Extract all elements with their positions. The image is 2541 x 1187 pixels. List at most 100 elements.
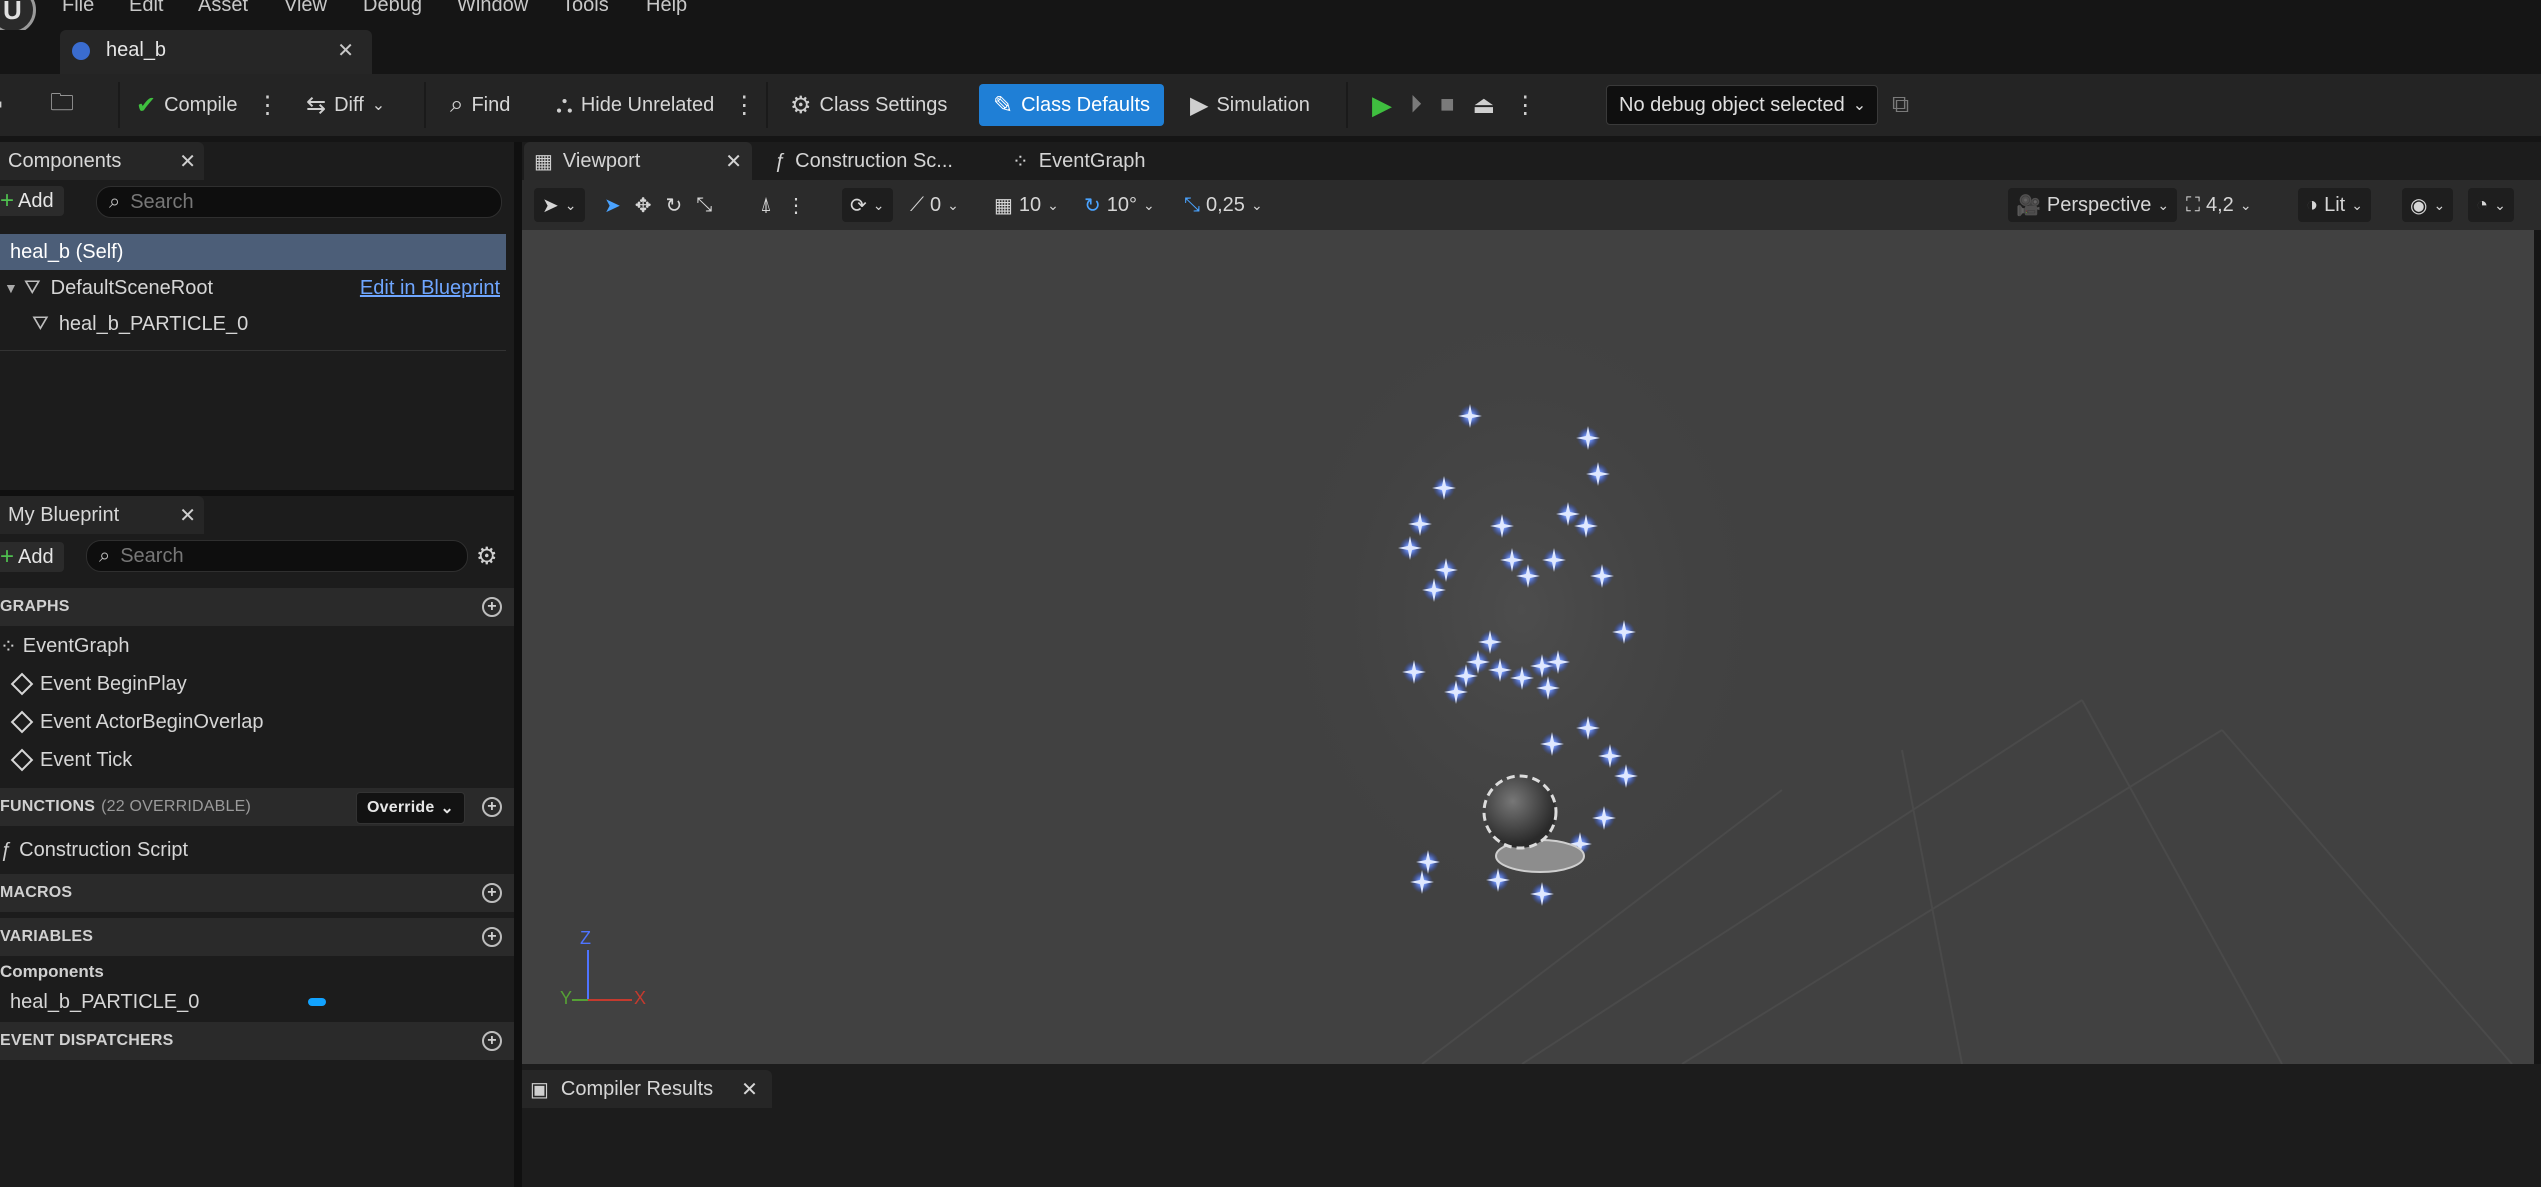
rotation-snap-toggle[interactable]: ⟋ 0 ⌄	[910, 188, 959, 222]
expand-arrow-icon[interactable]: ▼	[4, 280, 18, 296]
component-self-row[interactable]: heal_b (Self)	[0, 234, 506, 270]
step-icon[interactable]: ⏵	[1410, 91, 1422, 119]
event-item[interactable]: Event Tick	[0, 742, 132, 778]
event-item[interactable]: Event BeginPlay	[0, 666, 187, 702]
scale-value: 0,25	[1206, 193, 1245, 216]
more-options-icon[interactable]: ⋮	[1513, 91, 1537, 120]
lit-sphere-icon: ◑	[2306, 193, 2319, 216]
functions-section-header[interactable]: FUNCTIONS (22 OVERRIDABLE) Override ⌄ +	[0, 788, 514, 826]
tab-construction-script[interactable]: ƒ Construction Sc...	[774, 142, 953, 180]
add-graph-icon[interactable]: +	[482, 597, 502, 617]
camera-speed-icon: ⛶	[2186, 193, 2200, 216]
translate-tool-icon[interactable]: ✥	[635, 193, 652, 218]
menu-debug[interactable]: Debug	[363, 0, 422, 17]
camera-speed-dropdown[interactable]: ⛶ 4,2 ⌄	[2186, 188, 2252, 222]
transform-mode-dropdown[interactable]: ➤ ⌄	[534, 188, 585, 222]
snap-value: 0	[930, 193, 942, 216]
scale-snap-toggle[interactable]: ⤡ 0,25 ⌄	[1184, 188, 1263, 222]
close-tab-icon[interactable]: ✕	[337, 38, 354, 63]
play-icon[interactable]: ▶	[1372, 90, 1392, 121]
show-flags-dropdown[interactable]: ◉ ⌄	[2402, 188, 2454, 222]
angle-snap-toggle[interactable]: ↻ 10° ⌄	[1084, 188, 1155, 222]
component-child-label: heal_b_PARTICLE_0	[58, 312, 249, 335]
world-local-toggle[interactable]: ⟳ ⌄	[842, 188, 893, 222]
blueprint-search-input[interactable]: ⌕ Search	[86, 540, 468, 572]
viewport-canvas[interactable]: Z Y X	[522, 230, 2534, 1064]
macros-header-label: MACROS	[0, 884, 73, 901]
save-button[interactable]: ▪	[0, 84, 3, 126]
compiler-results-tab[interactable]: ▣ Compiler Results ✕	[522, 1070, 772, 1108]
component-child-row[interactable]: ⛛ heal_b_PARTICLE_0	[32, 306, 248, 342]
hide-unrelated-button[interactable]: ⛬ Hide Unrelated ⋮	[556, 84, 756, 126]
find-icon: ⌕	[450, 91, 464, 118]
scale-tool-icon[interactable]: ⤡	[696, 194, 712, 217]
add-dispatcher-icon[interactable]: +	[482, 1031, 502, 1051]
eject-icon[interactable]: ⏏	[1473, 91, 1496, 120]
menu-tools[interactable]: Tools	[562, 0, 609, 17]
components-tab[interactable]: Components ✕	[0, 142, 204, 180]
component-root-row[interactable]: ▼ ⛛ DefaultSceneRoot Edit in Blueprint	[0, 270, 506, 306]
menu-view[interactable]: View	[284, 0, 327, 17]
menu-edit[interactable]: Edit	[129, 0, 163, 17]
event-item[interactable]: Event ActorBeginOverlap	[0, 704, 263, 740]
simulation-button[interactable]: ▶ Simulation	[1190, 84, 1310, 126]
add-macro-icon[interactable]: +	[482, 883, 502, 903]
more-options-icon[interactable]: ⋮	[786, 193, 806, 218]
tab-event-graph[interactable]: ⁘ EventGraph	[1012, 142, 1146, 180]
construction-script-item[interactable]: ƒ Construction Script	[0, 832, 188, 868]
compile-button[interactable]: ✔ Compile ⋮	[136, 84, 279, 126]
debug-filter-button[interactable]: ⧉	[1892, 84, 1909, 126]
close-tab-icon[interactable]: ✕	[741, 1077, 758, 1102]
more-options-icon[interactable]: ⋮	[732, 91, 756, 120]
components-search-input[interactable]: ⌕ Search	[96, 186, 502, 218]
gear-icon: ⚙	[790, 91, 812, 119]
graphs-section-header[interactable]: GRAPHS +	[0, 588, 514, 626]
menu-file[interactable]: File	[62, 0, 94, 17]
event-graph-item[interactable]: ⁘ EventGraph	[0, 628, 130, 664]
variable-item[interactable]: heal_b_PARTICLE_0	[10, 984, 340, 1020]
menu-window[interactable]: Window	[457, 0, 528, 17]
my-blueprint-title: My Blueprint	[8, 503, 120, 526]
class-settings-button[interactable]: ⚙ Class Settings	[790, 84, 947, 126]
override-dropdown[interactable]: Override ⌄	[356, 792, 466, 824]
select-tool-icon[interactable]: ➤	[604, 193, 621, 218]
close-tab-icon[interactable]: ✕	[725, 149, 742, 174]
edit-in-blueprint-link[interactable]: Edit in Blueprint	[360, 277, 500, 300]
tab-viewport[interactable]: ▦ Viewport ✕	[524, 142, 752, 180]
more-options-icon[interactable]: ⋮	[255, 91, 279, 120]
my-blueprint-tab[interactable]: My Blueprint ✕	[0, 496, 204, 534]
dispatchers-section-header[interactable]: EVENT DISPATCHERS +	[0, 1022, 514, 1060]
diff-button[interactable]: ⇆ Diff ⌄	[306, 84, 385, 126]
browse-button[interactable]: 🗀	[50, 84, 74, 126]
speed-value: 4,2	[2206, 193, 2234, 216]
macros-section-header[interactable]: MACROS +	[0, 874, 514, 912]
class-defaults-label: Class Defaults	[1021, 93, 1151, 116]
grid-snap-toggle[interactable]: ▦ 10 ⌄	[994, 188, 1059, 222]
close-panel-icon[interactable]: ✕	[179, 149, 196, 174]
menu-asset[interactable]: Asset	[198, 0, 248, 17]
debug-object-dropdown[interactable]: No debug object selected ⌄	[1606, 85, 1878, 125]
components-add-button[interactable]: + Add	[0, 186, 64, 216]
settings-gear-icon[interactable]: ⚙	[476, 542, 498, 571]
class-defaults-button[interactable]: ✎ Class Defaults	[979, 84, 1165, 126]
close-panel-icon[interactable]: ✕	[179, 503, 196, 528]
perspective-dropdown[interactable]: 🎥 Perspective ⌄	[2008, 188, 2178, 222]
performance-dropdown[interactable]: ◔ ⌄	[2468, 188, 2514, 222]
surface-snap-icon[interactable]: ⍋	[760, 194, 772, 217]
chevron-down-icon: ⌄	[440, 800, 455, 817]
panel-splitter[interactable]	[514, 142, 522, 1187]
stop-icon[interactable]: ■	[1440, 91, 1455, 119]
blueprint-icon	[72, 42, 90, 60]
tab-construction-label: Construction Sc...	[795, 149, 953, 172]
add-variable-icon[interactable]: +	[482, 927, 502, 947]
menu-help[interactable]: Help	[646, 0, 687, 17]
variable-category-components[interactable]: Components	[0, 962, 104, 982]
variables-section-header[interactable]: VARIABLES +	[0, 918, 514, 956]
rotate-tool-icon[interactable]: ↻	[666, 193, 683, 218]
view-mode-dropdown[interactable]: ◑ Lit ⌄	[2298, 188, 2371, 222]
search-icon: ⌕	[109, 190, 121, 213]
add-function-icon[interactable]: +	[482, 797, 502, 817]
document-tab-heal-b[interactable]: heal_b ✕	[60, 30, 372, 74]
find-button[interactable]: ⌕ Find	[450, 84, 510, 126]
blueprint-add-button[interactable]: + Add	[0, 542, 64, 572]
